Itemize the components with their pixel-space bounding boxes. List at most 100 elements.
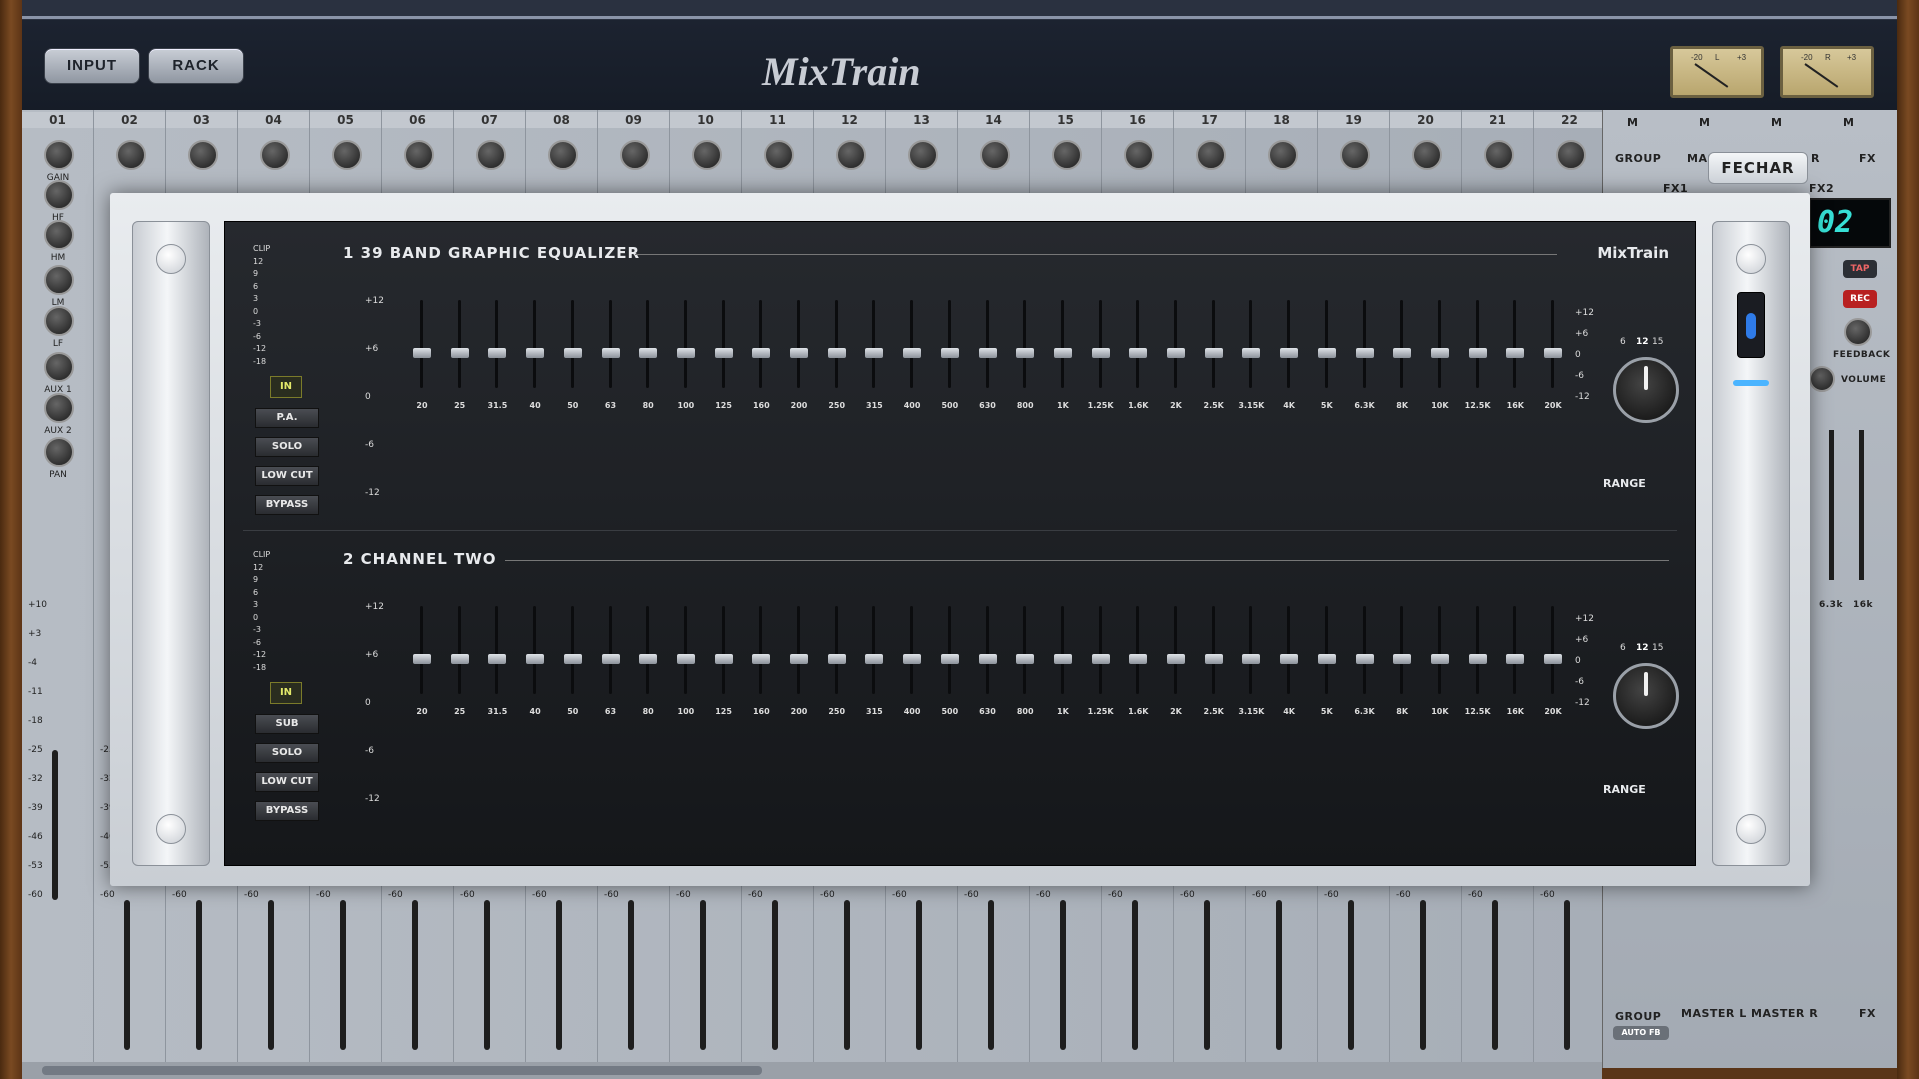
eq-band-20k[interactable]: 20K — [1536, 606, 1570, 726]
gain-knob[interactable] — [1484, 140, 1514, 170]
channel-fader[interactable] — [1348, 900, 1354, 1050]
eq-band-50[interactable]: 50 — [556, 606, 590, 726]
hm-knob[interactable] — [44, 220, 74, 250]
range-option[interactable]: 12 — [1636, 337, 1649, 347]
gain-knob[interactable] — [692, 140, 722, 170]
band-slider-thumb[interactable] — [1393, 348, 1412, 358]
eq-band-3-15k[interactable]: 3.15K — [1234, 606, 1268, 726]
band-slider-thumb[interactable] — [1317, 348, 1336, 358]
hf-knob[interactable] — [44, 180, 74, 210]
range-knob[interactable] — [1613, 357, 1679, 423]
gain-knob[interactable] — [548, 140, 578, 170]
band-slider-thumb[interactable] — [413, 348, 431, 358]
channel-fader[interactable] — [1492, 900, 1498, 1050]
horizontal-scrollbar[interactable] — [22, 1062, 1602, 1079]
band-slider-thumb[interactable] — [1053, 348, 1072, 358]
channel-fader[interactable] — [412, 900, 418, 1050]
band-slider-thumb[interactable] — [488, 348, 507, 358]
eq-band-8k[interactable]: 8K — [1385, 606, 1419, 726]
band-slider-thumb[interactable] — [865, 348, 884, 358]
gain-knob[interactable] — [764, 140, 794, 170]
eq-band-25[interactable]: 25 — [443, 300, 477, 420]
fx-eq-fader-a[interactable] — [1829, 430, 1834, 580]
eq-band-31-5[interactable]: 31.5 — [480, 606, 514, 726]
eq-band-1k[interactable]: 1K — [1046, 606, 1080, 726]
sub-button[interactable]: SUB — [255, 714, 319, 734]
eq-band-63[interactable]: 63 — [594, 606, 628, 726]
band-slider-thumb[interactable] — [1091, 654, 1110, 664]
eq-band-25[interactable]: 25 — [443, 606, 477, 726]
lm-knob[interactable] — [44, 265, 74, 295]
eq-band-100[interactable]: 100 — [669, 300, 703, 420]
band-slider-thumb[interactable] — [1506, 654, 1525, 664]
band-slider-thumb[interactable] — [1317, 654, 1336, 664]
master-mute-button[interactable]: M — [1771, 116, 1782, 129]
eq-band-800[interactable]: 800 — [1008, 300, 1042, 420]
band-slider-thumb[interactable] — [1129, 654, 1148, 664]
range-option[interactable]: 15 — [1652, 337, 1663, 347]
eq-band-5k[interactable]: 5K — [1310, 606, 1344, 726]
band-slider-thumb[interactable] — [978, 654, 997, 664]
band-slider-thumb[interactable] — [1129, 348, 1148, 358]
gain-knob[interactable] — [836, 140, 866, 170]
eq-band-630[interactable]: 630 — [971, 300, 1005, 420]
eq-band-12-5k[interactable]: 12.5K — [1461, 300, 1495, 420]
channel-fader[interactable] — [1564, 900, 1570, 1050]
channel-fader[interactable] — [484, 900, 490, 1050]
band-slider-thumb[interactable] — [563, 348, 582, 358]
band-slider-thumb[interactable] — [1430, 348, 1449, 358]
eq-band-400[interactable]: 400 — [895, 606, 929, 726]
eq-band-50[interactable]: 50 — [556, 300, 590, 420]
band-slider-thumb[interactable] — [1280, 348, 1299, 358]
eq-band-4k[interactable]: 4K — [1272, 300, 1306, 420]
band-slider-thumb[interactable] — [1468, 348, 1487, 358]
gain-knob[interactable] — [908, 140, 938, 170]
gain-knob[interactable] — [620, 140, 650, 170]
channel-fader[interactable] — [844, 900, 850, 1050]
gain-knob[interactable] — [1052, 140, 1082, 170]
gain-knob[interactable] — [404, 140, 434, 170]
band-slider-thumb[interactable] — [1242, 654, 1261, 664]
low-cut-button[interactable]: LOW CUT — [255, 466, 319, 486]
band-slider-thumb[interactable] — [488, 654, 507, 664]
eq-band-40[interactable]: 40 — [518, 606, 552, 726]
channel-fader[interactable] — [700, 900, 706, 1050]
eq-band-315[interactable]: 315 — [857, 300, 891, 420]
eq-band-200[interactable]: 200 — [782, 300, 816, 420]
band-slider-thumb[interactable] — [1204, 654, 1223, 664]
eq-band-1-6k[interactable]: 1.6K — [1121, 300, 1155, 420]
band-slider-thumb[interactable] — [752, 348, 771, 358]
channel-fader[interactable] — [772, 900, 778, 1050]
band-slider-thumb[interactable] — [865, 654, 884, 664]
eq-band-630[interactable]: 630 — [971, 606, 1005, 726]
eq-band-80[interactable]: 80 — [631, 606, 665, 726]
pan-knob[interactable] — [44, 437, 74, 467]
band-slider-thumb[interactable] — [1355, 654, 1374, 664]
eq-band-1k[interactable]: 1K — [1046, 300, 1080, 420]
band-slider-thumb[interactable] — [1430, 654, 1449, 664]
eq-band-250[interactable]: 250 — [820, 606, 854, 726]
band-slider-thumb[interactable] — [639, 654, 658, 664]
range-option[interactable]: 12 — [1636, 643, 1649, 653]
gain-knob[interactable] — [476, 140, 506, 170]
close-modal-button[interactable]: FECHAR — [1708, 152, 1808, 184]
band-slider-thumb[interactable] — [1393, 654, 1412, 664]
eq-band-500[interactable]: 500 — [933, 300, 967, 420]
band-slider-thumb[interactable] — [752, 654, 771, 664]
band-slider-thumb[interactable] — [450, 654, 469, 664]
eq-band-200[interactable]: 200 — [782, 606, 816, 726]
feedback-knob[interactable] — [1844, 318, 1872, 346]
band-slider-thumb[interactable] — [563, 654, 582, 664]
eq-band-4k[interactable]: 4K — [1272, 606, 1306, 726]
band-slider-thumb[interactable] — [714, 654, 733, 664]
tap-button[interactable]: TAP — [1843, 260, 1877, 278]
master-mute-button[interactable]: M — [1699, 116, 1710, 129]
eq-band-63[interactable]: 63 — [594, 300, 628, 420]
band-slider-thumb[interactable] — [827, 348, 846, 358]
in-button[interactable]: IN — [270, 682, 302, 704]
eq-band-2k[interactable]: 2K — [1159, 606, 1193, 726]
solo-button[interactable]: SOLO — [255, 437, 319, 457]
rack-power-switch[interactable] — [1737, 292, 1765, 358]
eq-band-400[interactable]: 400 — [895, 300, 929, 420]
eq-band-125[interactable]: 125 — [707, 300, 741, 420]
